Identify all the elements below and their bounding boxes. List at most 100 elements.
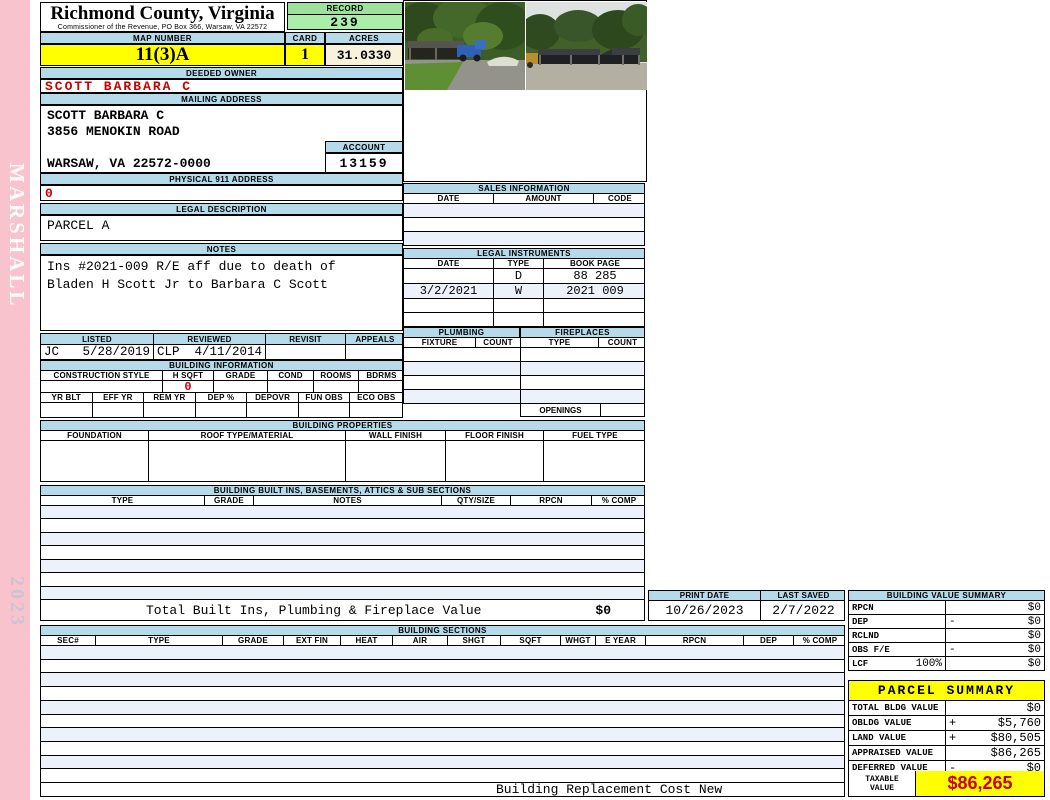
county-title: Richmond County, Virginia — [50, 3, 275, 24]
table-row — [41, 646, 844, 660]
col-sqft: SQFT — [501, 636, 561, 645]
col-book-page: BOOK PAGE — [569, 259, 621, 268]
table-row — [404, 348, 644, 362]
col-notes: NOTES — [254, 496, 442, 505]
print-info-values: 10/26/2023 2/7/2022 — [648, 601, 845, 621]
listed-label: LISTED — [41, 334, 154, 344]
built-ins-headers: TYPE GRADE NOTES QTY/SIZE RPCN % COMP — [40, 496, 645, 506]
notes-line: Bladen H Scott Jr to Barbara C Scott — [47, 277, 328, 292]
building-value-summary-label: BUILDING VALUE SUMMARY — [848, 590, 1045, 601]
building-properties-headers: FOUNDATION ROOF TYPE/MATERIAL WALL FINIS… — [40, 431, 645, 441]
mailing-address-label: MAILING ADDRESS — [40, 93, 403, 105]
rooms-value — [314, 381, 359, 392]
acres-label: ACRES — [325, 32, 403, 44]
table-row: LAND VALUE + $80,505 — [849, 731, 1044, 746]
instrument-type: D — [494, 269, 544, 283]
built-ins-total-label: Total Built Ins, Plumbing & Fireplace Va… — [146, 602, 482, 618]
table-row — [404, 362, 644, 376]
reviewed-by: CLP — [157, 345, 180, 359]
instrument-book-page: 88 285 — [573, 269, 617, 283]
bvs-row-value: $0 — [1027, 615, 1041, 628]
table-row — [41, 519, 644, 533]
col-e-year: E YEAR — [596, 636, 646, 645]
table-row — [41, 586, 644, 599]
card-value: 1 — [285, 44, 325, 66]
parcel-row-label: OBLDG VALUE — [852, 718, 912, 728]
col-ext-fin: EXT FIN — [284, 636, 341, 645]
property-photo-1[interactable] — [405, 2, 525, 90]
table-row — [41, 660, 844, 674]
table-row — [41, 700, 844, 715]
property-photo-2[interactable] — [526, 2, 647, 90]
col-depovr: DEPOVR — [247, 393, 299, 402]
building-value-summary-table: RPCN $0 DEP - $0 RCLND $0 OBS F/E - $0 LCF… — [848, 601, 1045, 671]
table-row — [41, 769, 844, 782]
legal-description-label: LEGAL DESCRIPTION — [40, 203, 403, 215]
building-information-values-2 — [40, 403, 403, 418]
parcel-row-value: $86,265 — [990, 746, 1041, 760]
col-count: COUNT — [607, 338, 638, 347]
last-saved-value: 2/7/2022 — [772, 603, 835, 618]
deeded-owner-label: DEEDED OWNER — [40, 67, 403, 79]
col-type: TYPE — [41, 496, 205, 505]
listed-by: JC — [44, 345, 60, 359]
account-label: ACCOUNT — [325, 141, 403, 153]
col-cond: COND — [268, 371, 314, 380]
bvs-row-label: RPCN — [852, 602, 874, 613]
table-row — [41, 687, 844, 701]
col-shgt: SHGT — [448, 636, 501, 645]
table-row — [41, 559, 644, 574]
col-comp: % COMP — [802, 636, 838, 645]
listed-value: JC 5/28/2019 — [41, 345, 154, 359]
table-row: TOTAL BLDG VALUE $0 — [849, 701, 1044, 716]
col-eff-yr: EFF YR — [93, 393, 145, 402]
col-rooms: ROOMS — [314, 371, 359, 380]
property-record-card: MARSHALL 2023 Richmond County, Virginia … — [0, 0, 1050, 800]
col-grade: GRADE — [223, 636, 284, 645]
building-sections-headers: SEC# TYPE GRADE EXT FIN HEAT AIR SHGT SQ… — [40, 636, 845, 646]
revisit-value — [266, 345, 346, 359]
sales-information-headers: DATE AMOUNT CODE — [403, 194, 645, 204]
building-properties-label: BUILDING PROPERTIES — [40, 420, 645, 431]
bvs-row-label: LCF — [852, 658, 869, 669]
col-count: COUNT — [476, 338, 521, 347]
instrument-date: 3/2/2021 — [404, 284, 494, 298]
plumbing-fireplaces-headers: FIXTURE COUNT TYPE COUNT — [403, 338, 645, 348]
table-row: OBLDG VALUE + $5,760 — [849, 716, 1044, 731]
vendor-tab: MARSHALL — [5, 163, 29, 309]
table-row — [404, 299, 644, 313]
legal-instruments-label: LEGAL INSTRUMENTS — [403, 248, 645, 259]
parcel-row-label: TOTAL BLDG VALUE — [852, 703, 939, 713]
table-row — [41, 546, 644, 560]
openings-row: OPENINGS — [520, 404, 645, 417]
table-row — [41, 728, 844, 742]
bvs-row-label: RCLND — [852, 630, 880, 641]
table-row: LCF 100% $0 — [849, 657, 1044, 670]
openings-value — [601, 404, 646, 416]
building-information-headers-2: YR BLT EFF YR REM YR DEP % DEPOVR FUN OB… — [40, 393, 403, 403]
col-hsqft: H SQFT — [163, 371, 214, 380]
bvs-row-sign: - — [949, 643, 956, 656]
reviewed-label: REVIEWED — [154, 334, 266, 344]
parcel-row-value: $5,760 — [997, 716, 1041, 730]
col-wall-finish: WALL FINISH — [346, 431, 446, 440]
table-row — [404, 204, 644, 218]
col-type: TYPE — [521, 338, 599, 347]
mailing-line: SCOTT BARBARA C — [47, 108, 165, 123]
bvs-row-value: $0 — [1027, 629, 1041, 642]
taxable-value-row: TAXABLE VALUE $86,265 — [848, 771, 1045, 797]
table-row: 3/2/2021 W 2021 009 — [404, 284, 644, 299]
print-info-headers: PRINT DATE LAST SAVED — [648, 590, 845, 601]
col-qty-size: QTY/SIZE — [442, 496, 511, 505]
table-row — [404, 376, 644, 390]
col-fuel-type: FUEL TYPE — [572, 431, 618, 440]
col-bdrms: BDRMS — [366, 371, 397, 380]
table-row: APPRAISED VALUE $86,265 — [849, 746, 1044, 761]
bvs-row-value: $0 — [1027, 643, 1041, 656]
county-subtitle: Commissioner of the Revenue, PO Box 366,… — [57, 24, 268, 31]
table-row — [41, 742, 844, 756]
sales-information-rows — [403, 204, 645, 246]
record-value: 239 — [287, 14, 403, 30]
building-information-values-1: 0 — [40, 381, 403, 393]
built-ins-total-value: $0 — [595, 602, 611, 618]
